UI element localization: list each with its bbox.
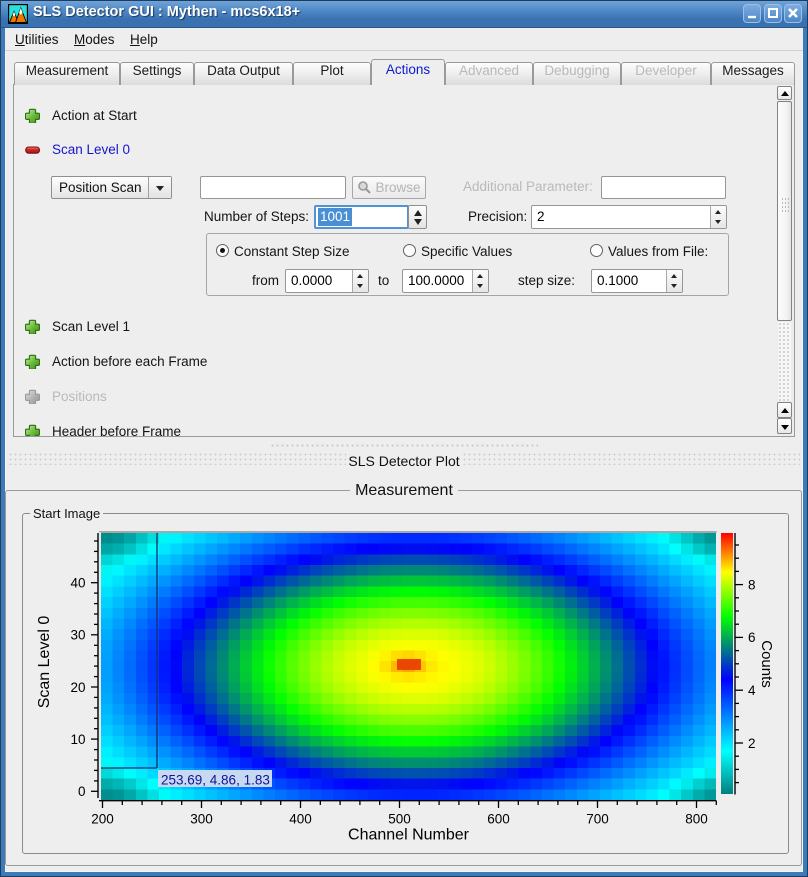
svg-text:Channel Number: Channel Number — [348, 827, 470, 844]
svg-text:40: 40 — [70, 576, 85, 591]
svg-text:800: 800 — [685, 812, 708, 827]
svg-text:Counts: Counts — [758, 640, 775, 688]
svg-text:600: 600 — [487, 812, 510, 827]
svg-text:8: 8 — [748, 577, 756, 592]
svg-text:30: 30 — [70, 628, 85, 643]
svg-text:6: 6 — [748, 630, 756, 645]
svg-text:Scan Level 0: Scan Level 0 — [36, 616, 53, 709]
svg-text:700: 700 — [586, 812, 609, 827]
svg-text:400: 400 — [289, 812, 312, 827]
svg-text:0: 0 — [78, 784, 86, 799]
svg-text:20: 20 — [70, 680, 85, 695]
svg-text:2: 2 — [748, 736, 756, 751]
svg-text:500: 500 — [388, 812, 411, 827]
svg-text:300: 300 — [190, 812, 213, 827]
svg-text:200: 200 — [91, 812, 114, 827]
svg-text:253.69, 4.86, 1.83: 253.69, 4.86, 1.83 — [161, 773, 270, 788]
svg-text:10: 10 — [70, 732, 85, 747]
svg-text:4: 4 — [748, 683, 756, 698]
